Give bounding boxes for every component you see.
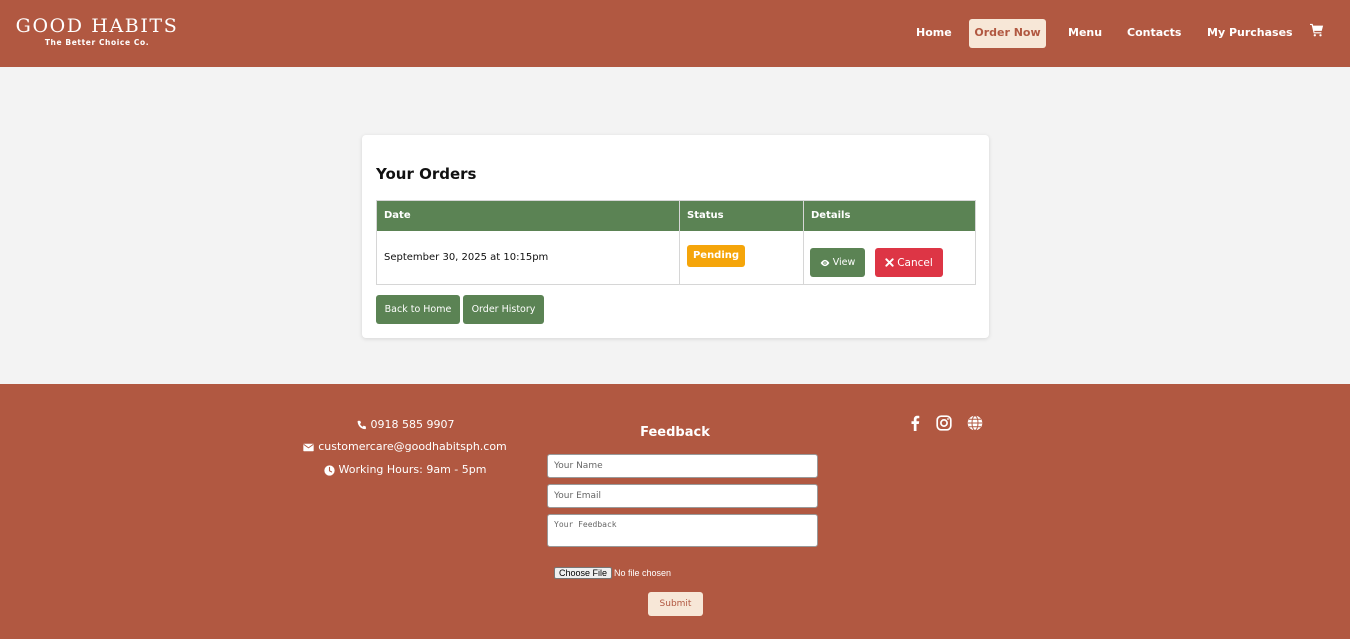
orders-card: Your Orders Date Status Details Septembe… bbox=[362, 135, 989, 338]
column-header-status: Status bbox=[687, 210, 724, 221]
email-input[interactable] bbox=[547, 484, 818, 508]
choose-file-button[interactable]: Choose File bbox=[554, 567, 613, 579]
nav-menu[interactable]: Menu bbox=[1068, 19, 1102, 48]
shopping-cart-icon[interactable] bbox=[1310, 23, 1324, 37]
column-header-date: Date bbox=[384, 210, 411, 221]
facebook-icon[interactable] bbox=[908, 415, 922, 431]
order-date: September 30, 2025 at 10:15pm bbox=[384, 252, 549, 263]
back-to-home-button[interactable]: Back to Home bbox=[376, 295, 460, 324]
column-divider bbox=[679, 201, 680, 284]
close-icon bbox=[885, 258, 894, 267]
cancel-order-button[interactable]: Cancel bbox=[875, 248, 943, 277]
nav-home[interactable]: Home bbox=[916, 19, 952, 48]
contact-hours: Working Hours: 9am - 5pm bbox=[250, 462, 560, 478]
column-divider bbox=[803, 201, 804, 284]
name-input[interactable] bbox=[547, 454, 818, 478]
clock-icon bbox=[323, 464, 335, 476]
status-badge: Pending bbox=[687, 245, 745, 267]
instagram-icon[interactable] bbox=[936, 415, 952, 431]
main-nav: Home Order Now Menu Contacts My Purchase… bbox=[0, 19, 1350, 48]
feedback-textarea[interactable] bbox=[547, 514, 818, 547]
site-header: GOOD HABITS The Better Choice Co. Home O… bbox=[0, 0, 1350, 67]
nav-order-now[interactable]: Order Now bbox=[969, 19, 1046, 48]
submit-button[interactable]: Submit bbox=[648, 592, 703, 616]
orders-table: Date Status Details September 30, 2025 a… bbox=[376, 200, 976, 285]
feedback-title: Feedback bbox=[640, 425, 710, 440]
table-header: Date Status Details bbox=[377, 201, 975, 231]
cancel-label: Cancel bbox=[897, 256, 933, 269]
nav-my-purchases[interactable]: My Purchases bbox=[1207, 19, 1293, 48]
page-title: Your Orders bbox=[376, 165, 477, 183]
column-header-details: Details bbox=[811, 210, 851, 221]
order-history-button[interactable]: Order History bbox=[463, 295, 544, 324]
site-footer: 0918 585 9907 customercare@goodhabitsph.… bbox=[0, 384, 1350, 639]
nav-contacts[interactable]: Contacts bbox=[1127, 19, 1181, 48]
phone-icon bbox=[357, 420, 366, 429]
email-address: customercare@goodhabitsph.com bbox=[318, 440, 507, 453]
contact-email: customercare@goodhabitsph.com bbox=[250, 439, 560, 455]
globe-icon[interactable] bbox=[967, 415, 983, 431]
phone-number: 0918 585 9907 bbox=[370, 418, 455, 431]
eye-icon bbox=[820, 259, 830, 266]
envelope-icon bbox=[303, 443, 314, 451]
view-order-button[interactable]: View bbox=[810, 248, 865, 277]
contact-phone: 0918 585 9907 bbox=[250, 417, 560, 433]
file-status: No file chosen bbox=[614, 568, 672, 578]
view-label: View bbox=[832, 257, 856, 268]
working-hours: Working Hours: 9am - 5pm bbox=[338, 463, 487, 476]
